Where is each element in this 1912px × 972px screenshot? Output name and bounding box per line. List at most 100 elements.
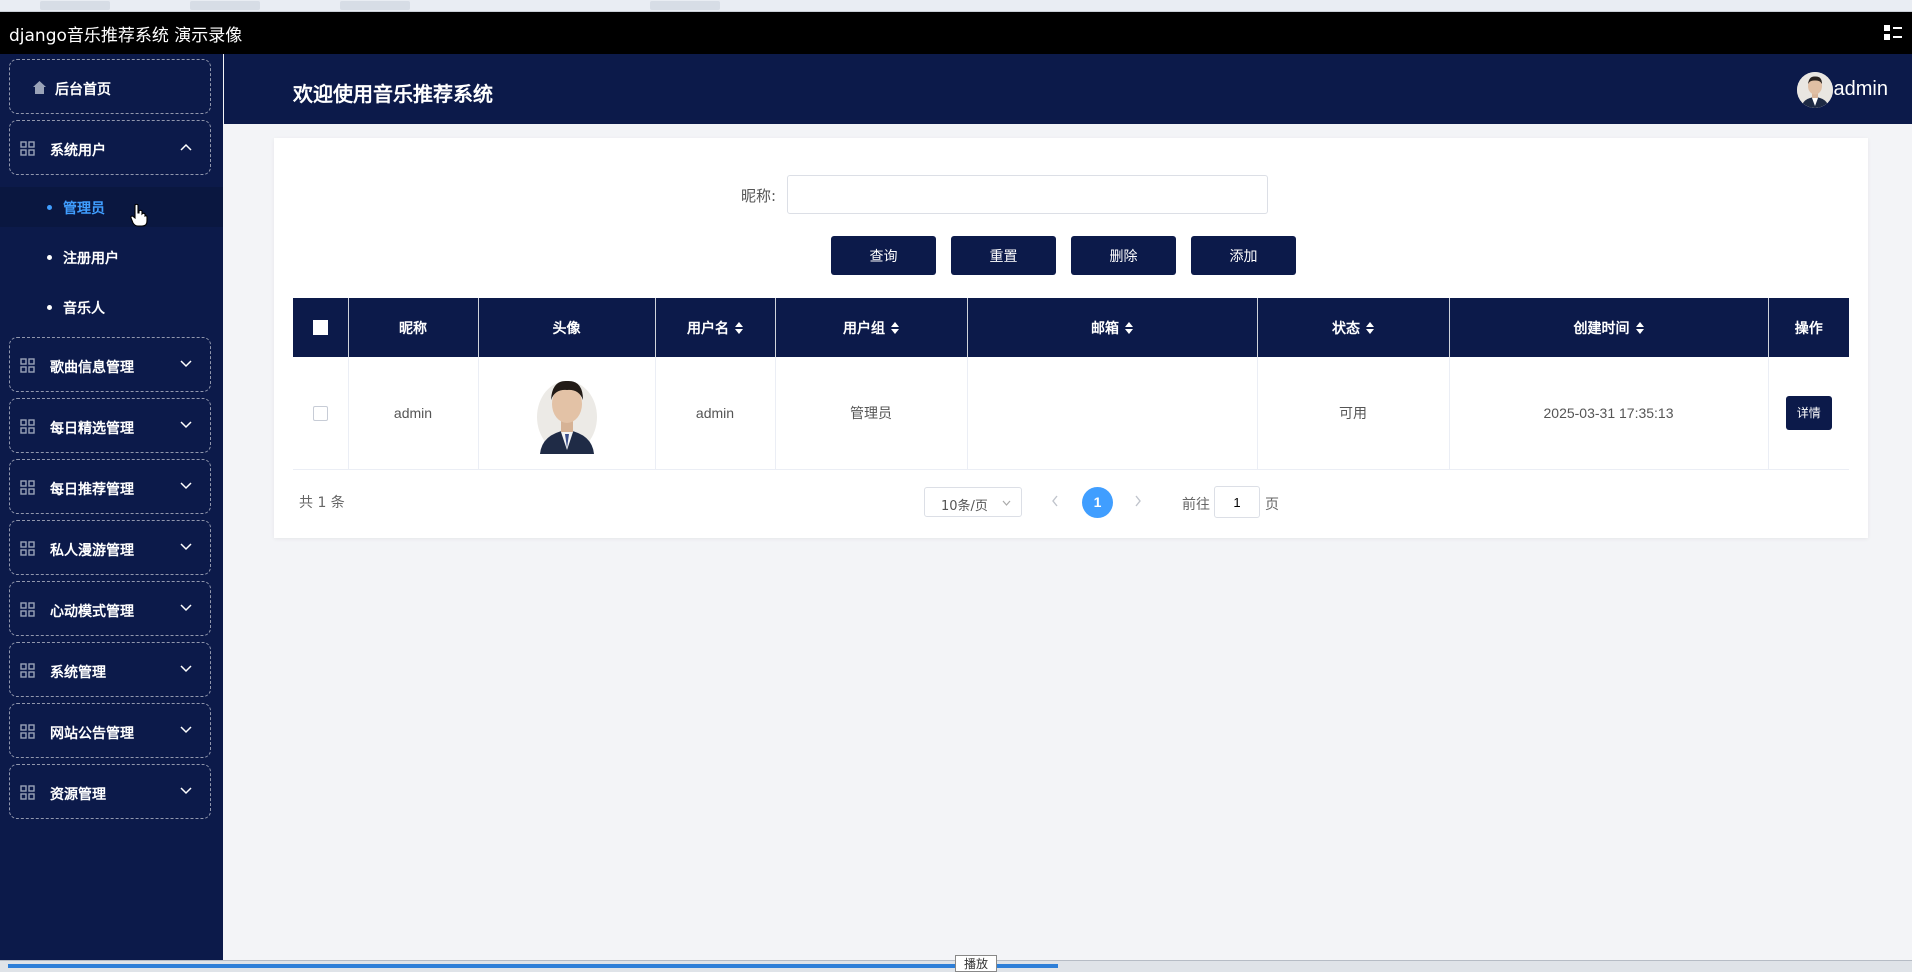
cell-avatar — [478, 357, 656, 470]
cell-username: admin — [655, 357, 776, 470]
sidebar-item-label: 私人漫游管理 — [50, 543, 134, 559]
sidebar-subitem-label: 注册用户 — [63, 251, 119, 267]
taskbar-item[interactable] — [340, 1, 410, 10]
sidebar-item-label: 后台首页 — [55, 82, 111, 98]
cell-created: 2025-03-31 17:35:13 — [1449, 357, 1769, 470]
column-header-label: 用户名 — [687, 320, 729, 337]
username-label[interactable]: admin — [1834, 78, 1888, 101]
chevron-down-icon — [180, 726, 192, 734]
column-header-label: 创建时间 — [1573, 320, 1630, 337]
column-header-label: 邮箱 — [1091, 320, 1119, 337]
column-header-email[interactable]: 邮箱 — [967, 298, 1258, 357]
sidebar-item-label: 每日精选管理 — [50, 421, 134, 437]
grid-icon — [20, 602, 35, 617]
sidebar-item-daily-recommend[interactable]: 每日推荐管理 — [9, 459, 211, 514]
reset-button[interactable]: 重置 — [951, 236, 1056, 275]
column-header-username[interactable]: 用户名 — [655, 298, 776, 357]
select-all-checkbox[interactable] — [312, 320, 328, 335]
user-avatar[interactable] — [1797, 72, 1833, 108]
fullscreen-icon[interactable] — [1882, 22, 1904, 44]
page-title: 欢迎使用音乐推荐系统 — [293, 82, 493, 106]
row-select-cell — [293, 357, 349, 470]
total-count: 共 1 条 — [299, 495, 345, 511]
sidebar-item-heartbeat-mode[interactable]: 心动模式管理 — [9, 581, 211, 636]
column-header-group[interactable]: 用户组 — [775, 298, 968, 357]
sort-icon[interactable] — [1635, 321, 1644, 334]
goto-label: 前往 — [1182, 497, 1210, 513]
column-header-label: 用户组 — [843, 320, 885, 337]
avatar-photo-icon — [1797, 72, 1833, 108]
table-row: admin admin 管理员 可用 2025-03-31 17:35:13 详… — [293, 357, 1849, 470]
chevron-down-icon — [180, 360, 192, 368]
column-header-label: 状态 — [1332, 320, 1360, 337]
sort-icon[interactable] — [1125, 321, 1133, 334]
sidebar-subitem-label: 音乐人 — [63, 301, 105, 317]
taskbar-item[interactable] — [650, 1, 720, 10]
sidebar-item-home[interactable]: 后台首页 — [9, 59, 211, 114]
next-page-icon[interactable] — [1134, 495, 1142, 507]
grid-icon — [20, 724, 35, 739]
prev-page-icon[interactable] — [1051, 495, 1059, 507]
sort-icon[interactable] — [735, 321, 743, 334]
page-number-current[interactable]: 1 — [1082, 487, 1113, 518]
cell-status: 可用 — [1257, 357, 1450, 470]
sidebar: 后台首页 系统用户 管理员 注册用户 音乐人 歌曲信息管理 每日精选管理 每日推… — [0, 54, 223, 960]
user-avatar-photo[interactable] — [534, 372, 600, 454]
cell-group: 管理员 — [775, 357, 968, 470]
chevron-down-icon — [1002, 500, 1011, 506]
sidebar-item-resources[interactable]: 资源管理 — [9, 764, 211, 819]
grid-icon — [20, 541, 35, 556]
sidebar-subitem-admin[interactable]: 管理员 — [0, 187, 223, 227]
column-header-avatar: 头像 — [478, 298, 656, 357]
sidebar-item-system-users[interactable]: 系统用户 — [9, 120, 211, 175]
content-card: 昵称: 查询 重置 删除 添加 昵称 头像 用户名 用户组 邮箱 状态 创建时间… — [274, 138, 1868, 538]
nickname-search-input[interactable] — [787, 175, 1268, 214]
sidebar-item-label: 每日推荐管理 — [50, 482, 134, 498]
bullet-dot — [47, 255, 52, 260]
users-table: 昵称 头像 用户名 用户组 邮箱 状态 创建时间 操作 admin admin … — [293, 298, 1849, 470]
sidebar-item-system-admin[interactable]: 系统管理 — [9, 642, 211, 697]
column-header-status[interactable]: 状态 — [1257, 298, 1450, 357]
sidebar-subitem-registered-users[interactable]: 注册用户 — [0, 237, 223, 277]
row-checkbox[interactable] — [312, 406, 328, 422]
column-header-created[interactable]: 创建时间 — [1449, 298, 1769, 357]
cell-nickname: admin — [348, 357, 479, 470]
goto-suffix: 页 — [1265, 497, 1279, 513]
sidebar-item-announcements[interactable]: 网站公告管理 — [9, 703, 211, 758]
top-header: 欢迎使用音乐推荐系统 admin — [224, 54, 1912, 124]
grid-icon — [20, 358, 35, 373]
query-button[interactable]: 查询 — [831, 236, 936, 275]
chevron-down-icon — [180, 421, 192, 429]
hand-cursor-icon — [130, 203, 148, 227]
chevron-down-icon — [180, 604, 192, 612]
chevron-up-icon — [180, 143, 192, 151]
nickname-label: 昵称: — [741, 187, 777, 205]
delete-button[interactable]: 删除 — [1071, 236, 1176, 275]
sidebar-subitem-musicians[interactable]: 音乐人 — [0, 287, 223, 327]
grid-icon — [20, 785, 35, 800]
sort-icon[interactable] — [1366, 321, 1374, 334]
grid-icon — [20, 419, 35, 434]
page-size-select[interactable]: 10条/页 — [924, 487, 1022, 517]
sidebar-item-private-roaming[interactable]: 私人漫游管理 — [9, 520, 211, 575]
taskbar-item[interactable] — [190, 1, 260, 10]
sidebar-item-label: 资源管理 — [50, 787, 106, 803]
os-taskbar-strip — [0, 0, 1912, 12]
grid-icon — [20, 663, 35, 678]
chevron-down-icon — [180, 482, 192, 490]
page-size-value: 10条/页 — [941, 499, 988, 514]
sidebar-item-label: 网站公告管理 — [50, 726, 134, 742]
sidebar-item-songs[interactable]: 歌曲信息管理 — [9, 337, 211, 392]
sidebar-item-daily-picks[interactable]: 每日精选管理 — [9, 398, 211, 453]
cell-actions: 详情 — [1768, 357, 1849, 470]
detail-button[interactable]: 详情 — [1785, 395, 1832, 430]
add-button[interactable]: 添加 — [1191, 236, 1296, 275]
sort-icon[interactable] — [891, 321, 899, 334]
cell-email — [967, 357, 1258, 470]
goto-page-input[interactable] — [1214, 486, 1260, 518]
taskbar-item[interactable] — [40, 1, 110, 10]
column-header-label: 头像 — [552, 320, 581, 337]
chevron-down-icon — [180, 787, 192, 795]
bullet-dot — [47, 305, 52, 310]
play-tooltip: 播放 — [955, 955, 997, 972]
